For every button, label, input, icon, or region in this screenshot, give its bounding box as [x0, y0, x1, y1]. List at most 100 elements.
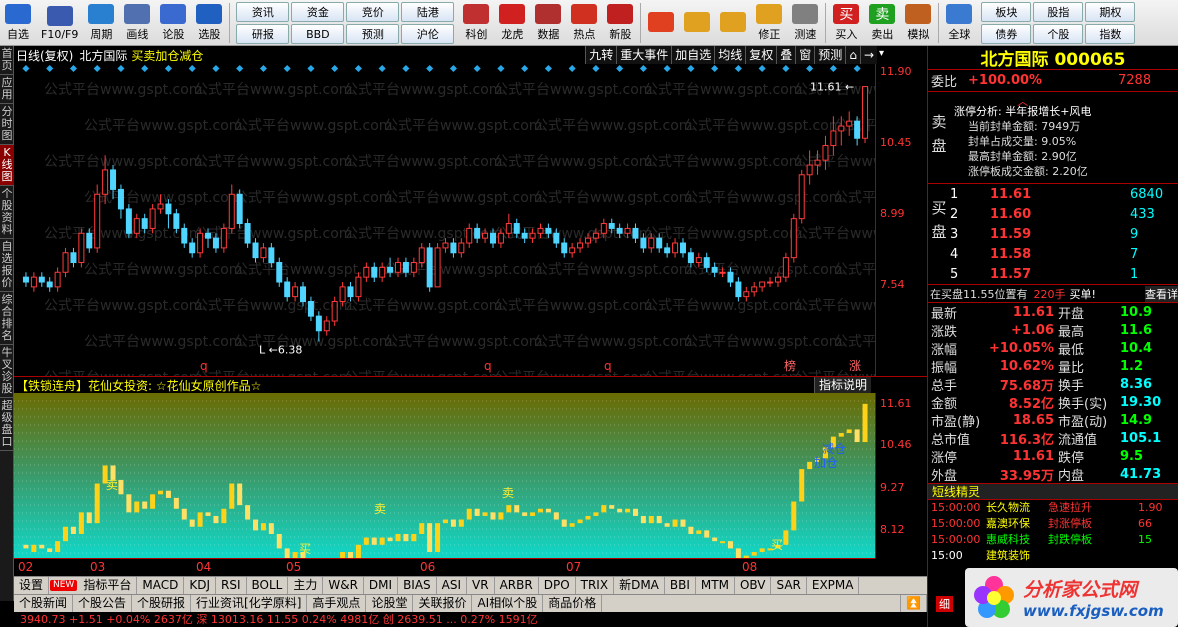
bid-row[interactable]: 5 11.57 1	[950, 264, 1178, 284]
indicator-tab[interactable]: ARBR	[495, 577, 539, 594]
toolbar-grid-button[interactable]: 债券	[981, 24, 1032, 44]
toolbar-global-0[interactable]: 全球	[941, 0, 977, 45]
chart-button[interactable]: →	[859, 46, 877, 64]
chart-button[interactable]: ⌂	[845, 46, 860, 64]
brief-row[interactable]: 15:00:00 长久物流 急速拉升 1.90	[928, 500, 1178, 516]
toolbar-action-item-4[interactable]: 测速	[787, 0, 823, 45]
toolbar-grid-button[interactable]: 竞价	[346, 2, 400, 22]
indicator-explain-button[interactable]: 指标说明	[813, 377, 871, 393]
chart-menu-button[interactable]: ▾	[879, 48, 889, 62]
toolbar-grid-button[interactable]: 个股	[1033, 24, 1084, 44]
toolbar-grid-button[interactable]: 期权	[1085, 2, 1136, 22]
indicator-tab[interactable]: NEW	[50, 580, 78, 591]
info-tab[interactable]: 个股新闻	[14, 595, 74, 612]
candlestick-chart[interactable]: 公式平台www.gspt.com公式平台www.gspt.com公式平台www.…	[14, 64, 875, 376]
sidebar-tab[interactable]: K线图	[0, 145, 14, 186]
toolbar-grid-button[interactable]: 资金	[291, 2, 345, 22]
indicator-tab[interactable]: EXPMA	[807, 577, 860, 594]
indicator-tab[interactable]: W&R	[323, 577, 364, 594]
toolbar-grid-button[interactable]: 指数	[1085, 24, 1136, 44]
indicator-tab[interactable]: BIAS	[398, 577, 437, 594]
indicator-tab[interactable]: DPO	[539, 577, 576, 594]
info-tab[interactable]: 个股公告	[73, 595, 133, 612]
indicator-tab[interactable]: BOLL	[247, 577, 289, 594]
toolbar-trade-item-1[interactable]: 卖卖出	[864, 0, 900, 45]
toolbar-grid-button[interactable]: 板块	[981, 2, 1032, 22]
indicator-tab[interactable]: RSI	[216, 577, 247, 594]
indicator-chart[interactable]: 卖买卖卖买减仓加仓	[14, 393, 875, 558]
chart-button[interactable]: 叠	[776, 46, 796, 64]
brief-row[interactable]: 15:00 建筑装饰	[928, 548, 1178, 564]
chart-button[interactable]: 预测	[814, 46, 846, 64]
toolbar-action-item-2[interactable]	[715, 0, 751, 45]
info-tab[interactable]: 关联报价	[413, 595, 473, 612]
sidebar-tab[interactable]: 应用	[0, 75, 14, 104]
sidebar-tab[interactable]: 自选报价	[0, 239, 14, 292]
info-tab[interactable]: 论股堂	[366, 595, 414, 612]
toolbar-mid-item-4[interactable]: 新股	[602, 0, 638, 45]
info-tab[interactable]: 个股研报	[132, 595, 192, 612]
indicator-tab[interactable]: BBI	[665, 577, 696, 594]
panel-bottom-tab[interactable]: 细	[936, 596, 953, 612]
info-tab[interactable]: AI相似个股	[472, 595, 544, 612]
chart-button[interactable]: 重大事件	[616, 46, 672, 64]
bid-row[interactable]: 4 11.58 7	[950, 244, 1178, 264]
indicator-tab[interactable]: TRIX	[576, 577, 615, 594]
toolbar-grid-button[interactable]: BBD	[291, 24, 345, 44]
chart-button[interactable]: 加自选	[671, 46, 715, 64]
sidebar-tab[interactable]: 首页	[0, 46, 14, 75]
info-tab[interactable]: 高手观点	[307, 595, 367, 612]
scroll-up-icon[interactable]: ⏫	[900, 595, 927, 612]
indicator-tab[interactable]: VR	[467, 577, 495, 594]
toolbar-item-0[interactable]: 自选	[0, 0, 36, 45]
toolbar-item-1[interactable]: F10/F9	[36, 0, 83, 45]
brief-row[interactable]: 15:00:00 惠威科技 封跌停板 15	[928, 532, 1178, 548]
chart-button[interactable]: 窗	[795, 46, 815, 64]
brief-row[interactable]: 15:00:00 嘉澳环保 封涨停板 66	[928, 516, 1178, 532]
bid-row[interactable]: 3 11.59 9	[950, 224, 1178, 244]
indicator-tab[interactable]: 主力	[288, 577, 324, 594]
toolbar-item-4[interactable]: 论股	[155, 0, 191, 45]
indicator-tab[interactable]: 新DMA	[614, 577, 665, 594]
toolbar-mid-item-2[interactable]: 数据	[530, 0, 566, 45]
bid-row[interactable]: 1 11.61 6840	[950, 184, 1178, 204]
toolbar-action-item-0[interactable]	[643, 0, 679, 45]
detail-button[interactable]: 查看详	[1145, 285, 1178, 302]
sidebar-tab[interactable]: 综合排名	[0, 292, 14, 345]
sidebar-tab[interactable]: 超级盘口	[0, 398, 14, 451]
indicator-tab[interactable]: 指标平台	[78, 577, 138, 594]
toolbar-grid-button[interactable]: 股指	[1033, 2, 1084, 22]
toolbar-item-2[interactable]: 周期	[83, 0, 119, 45]
toolbar-trade-item-0[interactable]: 买买入	[828, 0, 864, 45]
sidebar-tab[interactable]: 个股资料	[0, 186, 14, 239]
toolbar-trade-item-2[interactable]: 模拟	[900, 0, 936, 45]
toolbar-action-item-3[interactable]: 修正	[751, 0, 787, 45]
indicator-tab[interactable]: 设置	[14, 577, 50, 594]
indicator-tab[interactable]: KDJ	[184, 577, 216, 594]
bid-row[interactable]: 2 11.60 433	[950, 204, 1178, 224]
chart-button[interactable]: 复权	[745, 46, 777, 64]
sidebar-tab[interactable]: 分时图	[0, 104, 14, 145]
toolbar-grid-button[interactable]: 陆港	[401, 2, 455, 22]
indicator-tab[interactable]: ASI	[437, 577, 468, 594]
toolbar-mid-item-1[interactable]: 龙虎	[494, 0, 530, 45]
toolbar-item-3[interactable]: 画线	[119, 0, 155, 45]
indicator-tab[interactable]: DMI	[364, 577, 399, 594]
toolbar-grid-button[interactable]: 沪伦	[401, 24, 455, 44]
toolbar-mid-item-0[interactable]: 科创	[458, 0, 494, 45]
indicator-tab[interactable]: OBV	[735, 577, 772, 594]
indicator-tab[interactable]: SAR	[771, 577, 807, 594]
chart-button[interactable]: 均线	[714, 46, 746, 64]
chart-button[interactable]: 九转	[585, 46, 617, 64]
toolbar-mid-item-3[interactable]: 热点	[566, 0, 602, 45]
indicator-tab[interactable]: MACD	[137, 577, 185, 594]
toolbar-grid-button[interactable]: 研报	[236, 24, 290, 44]
toolbar-grid-button[interactable]: 资讯	[236, 2, 290, 22]
toolbar-item-5[interactable]: 选股	[191, 0, 227, 45]
toolbar-grid-button[interactable]: 预测	[346, 24, 400, 44]
sidebar-tab[interactable]: 牛叉诊股	[0, 345, 14, 398]
toolbar-action-item-1[interactable]	[679, 0, 715, 45]
info-tab[interactable]: 商品价格	[543, 595, 603, 612]
collapse-icon[interactable]: ︿	[954, 94, 1091, 108]
info-tab[interactable]: 行业资讯[化学原料]	[191, 595, 308, 612]
